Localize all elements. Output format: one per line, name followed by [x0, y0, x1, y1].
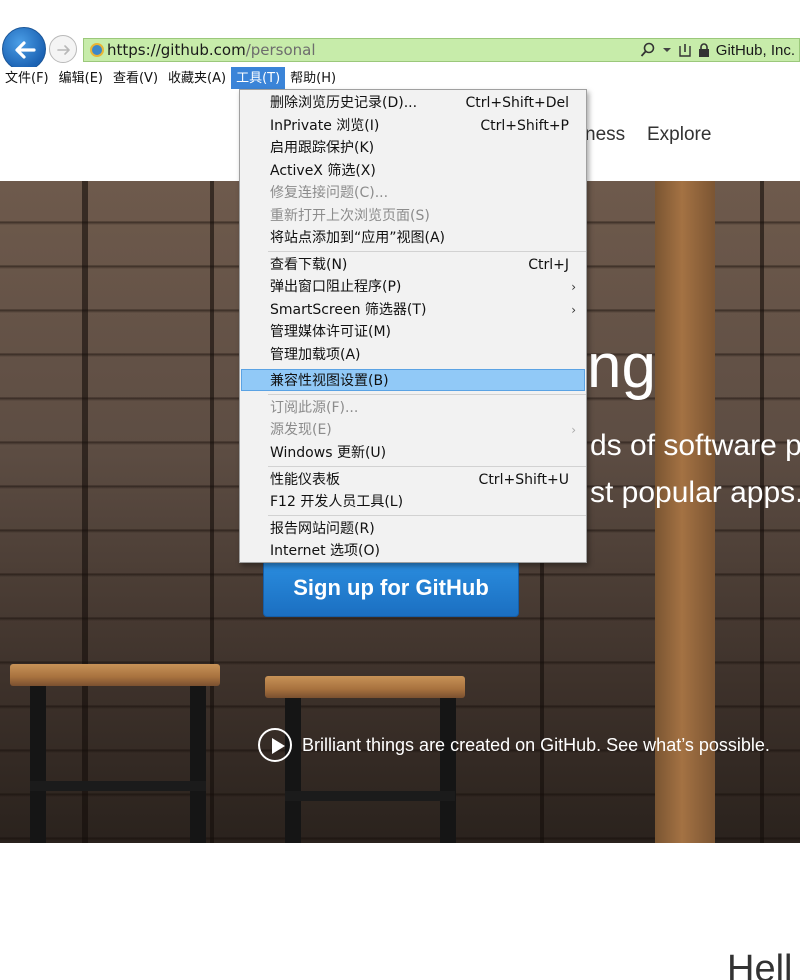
lock-icon[interactable]	[698, 42, 710, 58]
menu-help[interactable]: 帮助(H)	[285, 67, 341, 89]
menu-edit[interactable]: 编辑(E)	[54, 67, 108, 89]
menu-item-report-site-problem[interactable]: 报告网站问题(R)	[241, 518, 585, 540]
tools-menu-dropdown: 删除浏览历史记录(D)... Ctrl+Shift+Del InPrivate 浏…	[239, 89, 587, 563]
stool-leg	[30, 686, 46, 843]
compatibility-view-icon[interactable]	[678, 42, 692, 58]
nav-explore-link[interactable]: Explore	[647, 124, 711, 146]
wood-plank-seam	[210, 181, 214, 843]
menu-separator	[268, 515, 586, 516]
menu-item-windows-update[interactable]: Windows 更新(U)	[241, 442, 585, 464]
menu-bar: 文件(F) 编辑(E) 查看(V) 收藏夹(A) 工具(T) 帮助(H)	[0, 67, 800, 89]
hero-subtext-line1: ds of software p	[590, 429, 800, 462]
dropdown-arrow-icon[interactable]	[662, 42, 672, 58]
nav-business-link[interactable]: ness	[585, 124, 625, 146]
stool-bar	[285, 791, 455, 801]
forward-button[interactable]	[49, 35, 77, 63]
video-link-text[interactable]: Brilliant things are created on GitHub. …	[302, 735, 770, 756]
menu-view[interactable]: 查看(V)	[108, 67, 163, 89]
below-hero-section: Hell	[0, 843, 800, 980]
menu-item-inprivate[interactable]: InPrivate 浏览(I) Ctrl+Shift+P	[241, 115, 585, 137]
menu-tools[interactable]: 工具(T)	[231, 67, 286, 89]
search-icon[interactable]	[640, 42, 656, 58]
url-bar[interactable]: https://github.com/personal GitHub, Inc.	[83, 38, 800, 62]
address-bar-area: https://github.com/personal GitHub, Inc.	[0, 0, 800, 71]
menu-item-reopen-session: 重新打开上次浏览页面(S)	[270, 208, 430, 224]
hero-heading: ng	[587, 332, 656, 401]
menu-separator	[268, 466, 586, 467]
menu-item-add-to-apps[interactable]: 将站点添加到“应用”视图(A)	[241, 227, 585, 249]
stool-leg	[440, 698, 456, 843]
site-identity[interactable]: GitHub, Inc.	[716, 42, 795, 59]
site-favicon-icon	[90, 43, 104, 57]
menu-item-view-downloads[interactable]: 查看下载(N) Ctrl+J	[241, 254, 585, 276]
menu-item-delete-history[interactable]: 删除浏览历史记录(D)... Ctrl+Shift+Del	[241, 92, 585, 114]
menu-item-performance-dashboard[interactable]: 性能仪表板 Ctrl+Shift+U	[241, 469, 585, 491]
submenu-arrow-icon: ›	[571, 423, 576, 437]
arrow-right-icon	[57, 45, 70, 55]
menu-file[interactable]: 文件(F)	[0, 67, 54, 89]
menu-item-popup-blocker[interactable]: 弹出窗口阻止程序(P) ›	[241, 276, 585, 298]
menu-item-compatibility-view[interactable]: 兼容性视图设置(B)	[241, 369, 585, 391]
menu-item-activex-filter[interactable]: ActiveX 筛选(X)	[241, 160, 585, 182]
menu-item-fix-connection: 修复连接问题(C)...	[270, 185, 389, 201]
menu-item-tracking-protection[interactable]: 启用跟踪保护(K)	[241, 137, 585, 159]
url-text[interactable]: https://github.com/personal	[107, 40, 316, 60]
stool-leg	[190, 686, 206, 843]
stool-seat	[10, 664, 220, 686]
menu-item-smartscreen[interactable]: SmartScreen 筛选器(T) ›	[241, 299, 585, 321]
menu-item-media-licenses[interactable]: 管理媒体许可证(M)	[241, 321, 585, 343]
submenu-arrow-icon: ›	[571, 303, 576, 317]
menu-item-internet-options[interactable]: Internet 选项(O)	[241, 540, 585, 562]
video-link[interactable]: Brilliant things are created on GitHub. …	[258, 728, 770, 762]
menu-favorites[interactable]: 收藏夹(A)	[163, 67, 231, 89]
menu-item-feed-discovery: 源发现(E) ›	[241, 419, 585, 441]
url-tools: GitHub, Inc.	[640, 41, 795, 59]
play-icon[interactable]	[258, 728, 292, 762]
stool-bar	[30, 781, 206, 791]
hero-subtext-line2: st popular apps.	[590, 476, 800, 509]
menu-item-f12-devtools[interactable]: F12 开发人员工具(L)	[241, 491, 585, 513]
stool-leg	[285, 698, 301, 843]
submenu-arrow-icon: ›	[571, 280, 576, 294]
stool-seat	[265, 676, 465, 698]
back-button[interactable]	[2, 27, 46, 71]
wood-plank-seam	[82, 181, 88, 843]
menu-item-subscribe-feed: 订阅此源(F)...	[270, 400, 359, 416]
menu-item-manage-addons[interactable]: 管理加载项(A)	[241, 344, 585, 366]
section-heading: Hell	[727, 948, 793, 980]
signup-button[interactable]: Sign up for GitHub	[263, 559, 519, 617]
menu-separator	[268, 251, 586, 252]
arrow-left-icon	[15, 41, 36, 59]
menu-separator	[268, 394, 586, 395]
